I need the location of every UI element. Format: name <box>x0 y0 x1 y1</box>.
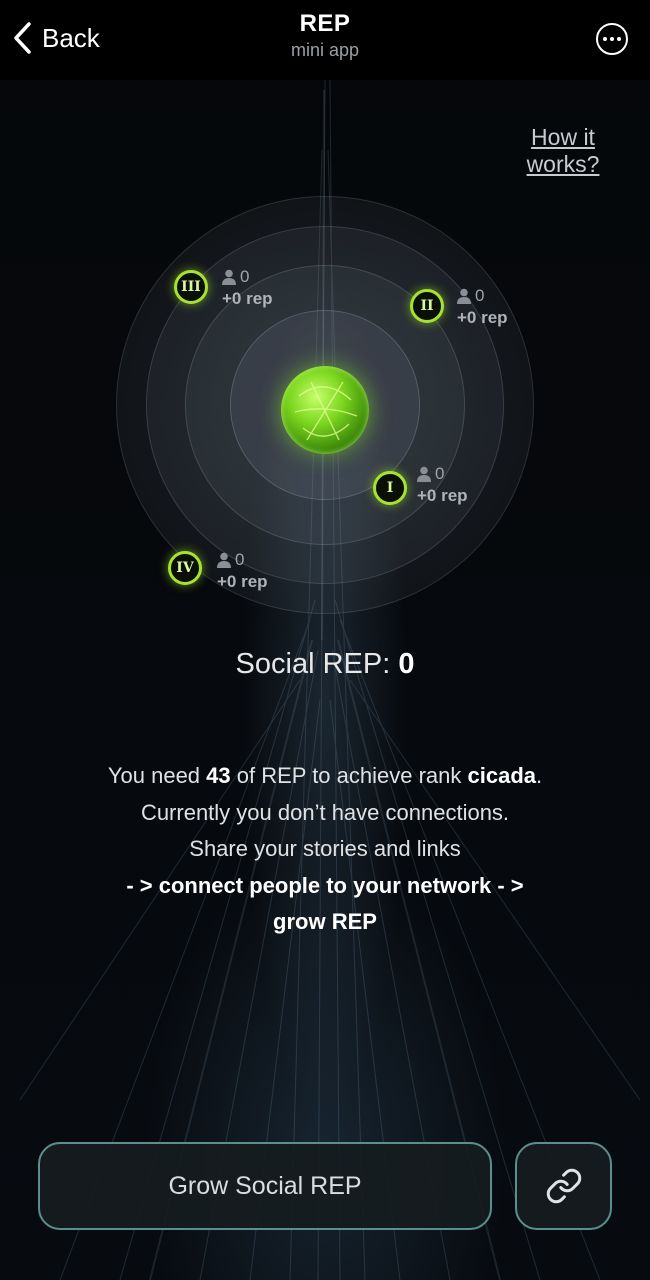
grow-social-rep-button[interactable]: Grow Social REP <box>38 1142 492 1230</box>
rep-orb-icon <box>281 366 369 454</box>
person-icon <box>417 466 431 482</box>
person-icon <box>217 552 231 568</box>
tier-stat-ii: 0 +0 rep <box>457 286 508 328</box>
tier-stat-iii: 0 +0 rep <box>222 267 273 309</box>
tier-connections: 0 <box>475 286 485 305</box>
connections-status-line: Currently you don’t have connections. <box>140 799 510 825</box>
background <box>0 0 650 1280</box>
target-rank: cicada <box>467 763 537 788</box>
rank-info-text: You need 43 of REP to achieve rank cicad… <box>0 758 650 941</box>
tier-rep: +0 rep <box>222 289 273 308</box>
top-bar: Back REP mini app <box>0 0 650 80</box>
tier-connections: 0 <box>435 464 445 483</box>
grow-hint-line: grow REP <box>273 909 377 934</box>
tier-badge-i[interactable]: I <box>373 471 407 505</box>
person-icon <box>457 288 471 304</box>
rank-requirement-line: You need 43 of REP to achieve rank cicad… <box>107 763 543 788</box>
tier-badge-iv[interactable]: IV <box>168 551 202 585</box>
tier-rep: +0 rep <box>417 486 468 505</box>
app-subtitle: mini app <box>290 40 360 60</box>
connect-hint-line: - > connect people to your network - > <box>126 872 524 898</box>
tier-stat-iv: 0 +0 rep <box>217 550 268 592</box>
ellipsis-icon <box>603 37 607 41</box>
person-icon <box>222 269 236 285</box>
tier-connections: 0 <box>235 550 245 569</box>
tier-rep: +0 rep <box>217 572 268 591</box>
how-it-works-link[interactable]: How it works? <box>518 124 608 178</box>
title-block: REP mini app <box>0 10 650 61</box>
copy-link-button[interactable] <box>515 1142 612 1230</box>
tier-badge-iii[interactable]: III <box>174 270 208 304</box>
app-title: REP <box>299 10 351 37</box>
share-hint-line: Share your stories and links <box>189 836 461 861</box>
rep-needed-amount: 43 <box>206 763 231 788</box>
tier-stat-i: 0 +0 rep <box>417 464 468 506</box>
more-options-button[interactable] <box>596 23 628 55</box>
social-rep-value: 0 <box>398 648 415 680</box>
tier-rep: +0 rep <box>457 308 508 327</box>
tier-connections: 0 <box>240 267 250 286</box>
social-rep-label: Social REP: <box>235 648 391 680</box>
tier-badge-ii[interactable]: II <box>410 289 444 323</box>
social-rep-total: Social REP: 0 <box>0 648 650 681</box>
link-icon <box>546 1168 581 1204</box>
